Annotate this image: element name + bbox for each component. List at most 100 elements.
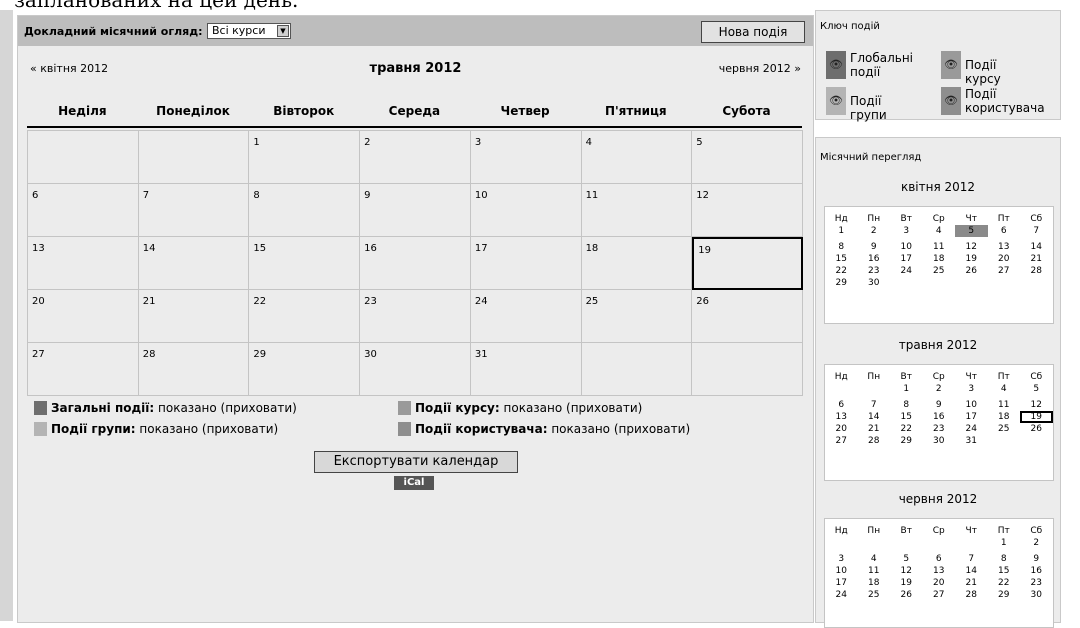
mini-day[interactable]: 1 xyxy=(988,537,1021,549)
mini-day[interactable]: 29 xyxy=(988,589,1021,601)
day-cell-23[interactable]: 23 xyxy=(360,290,471,343)
mini-day[interactable]: 8 xyxy=(825,241,858,253)
eye-icon[interactable]: 👁 xyxy=(941,87,961,115)
mini-day[interactable]: 8 xyxy=(890,399,923,411)
mini-april-title[interactable]: квітня 2012 xyxy=(816,180,1060,194)
mini-day[interactable]: 17 xyxy=(825,577,858,589)
mini-day[interactable]: 4 xyxy=(988,383,1021,395)
mini-day[interactable]: 9 xyxy=(1020,553,1053,565)
mini-day[interactable]: 5 xyxy=(1020,383,1053,395)
mini-day[interactable]: 23 xyxy=(1020,577,1053,589)
day-cell-8[interactable]: 8 xyxy=(249,184,361,237)
mini-day[interactable]: 28 xyxy=(955,589,988,601)
day-cell-11[interactable]: 11 xyxy=(581,184,693,237)
mini-day[interactable]: 21 xyxy=(1020,253,1053,265)
mini-day[interactable]: 22 xyxy=(890,423,923,435)
course-select[interactable]: Всі курси ▼ xyxy=(207,23,291,39)
legend-global-state[interactable]: показано (приховати) xyxy=(154,401,297,415)
day-number[interactable]: 22 xyxy=(253,296,266,307)
mini-day[interactable]: 12 xyxy=(955,241,988,253)
day-number[interactable]: 17 xyxy=(475,243,488,254)
day-cell-15[interactable]: 15 xyxy=(249,237,361,290)
day-cell-25[interactable]: 25 xyxy=(581,290,693,343)
day-cell-7[interactable]: 7 xyxy=(138,184,250,237)
export-calendar-button[interactable]: Експортувати календар xyxy=(314,451,518,473)
mini-day[interactable]: 4 xyxy=(923,225,956,237)
mini-day[interactable]: 12 xyxy=(1020,399,1053,411)
day-cell-26[interactable]: 26 xyxy=(692,290,803,343)
ical-link[interactable]: iCal xyxy=(394,476,434,490)
day-number[interactable]: 13 xyxy=(32,243,45,254)
day-cell-16[interactable]: 16 xyxy=(360,237,471,290)
mini-day[interactable]: 28 xyxy=(1020,265,1053,277)
mini-day[interactable]: 10 xyxy=(825,565,858,577)
day-cell-19[interactable]: 19 xyxy=(692,237,803,290)
day-cell-9[interactable]: 9 xyxy=(360,184,471,237)
mini-day[interactable]: 18 xyxy=(858,577,891,589)
mini-day[interactable]: 22 xyxy=(988,577,1021,589)
legend-user-state[interactable]: показано (приховати) xyxy=(548,422,690,436)
day-number[interactable]: 20 xyxy=(32,296,45,307)
day-number[interactable]: 16 xyxy=(364,243,377,254)
mini-day[interactable]: 3 xyxy=(890,225,923,237)
day-number[interactable]: 6 xyxy=(32,190,38,201)
mini-day[interactable]: 2 xyxy=(1020,537,1053,549)
mini-day[interactable]: 18 xyxy=(988,411,1021,423)
mini-day[interactable]: 22 xyxy=(825,265,858,277)
day-number[interactable]: 7 xyxy=(143,190,149,201)
mini-day[interactable]: 20 xyxy=(923,577,956,589)
mini-day[interactable]: 10 xyxy=(955,399,988,411)
mini-day[interactable]: 9 xyxy=(923,399,956,411)
legend-course-state[interactable]: показано (приховати) xyxy=(500,401,643,415)
mini-day[interactable]: 7 xyxy=(955,553,988,565)
day-cell-6[interactable]: 6 xyxy=(28,184,139,237)
day-number[interactable]: 31 xyxy=(475,349,488,360)
day-number[interactable]: 2 xyxy=(364,137,370,148)
mini-day[interactable]: 13 xyxy=(988,241,1021,253)
mini-day[interactable]: 15 xyxy=(988,565,1021,577)
mini-day[interactable]: 27 xyxy=(923,589,956,601)
day-cell-18[interactable]: 18 xyxy=(581,237,693,290)
day-number[interactable]: 15 xyxy=(253,243,266,254)
legend-group-state[interactable]: показано (приховати) xyxy=(136,422,278,436)
mini-day[interactable]: 11 xyxy=(923,241,956,253)
mini-day[interactable]: 19 xyxy=(890,577,923,589)
mini-day[interactable]: 21 xyxy=(858,423,891,435)
eye-icon[interactable]: 👁 xyxy=(826,51,846,79)
mini-day[interactable]: 20 xyxy=(988,253,1021,265)
mini-day[interactable]: 28 xyxy=(858,435,891,447)
day-cell-2[interactable]: 2 xyxy=(360,131,471,184)
mini-day[interactable]: 26 xyxy=(1020,423,1053,435)
day-cell-14[interactable]: 14 xyxy=(138,237,250,290)
mini-may-title[interactable]: травня 2012 xyxy=(816,338,1060,352)
mini-day[interactable]: 16 xyxy=(923,411,956,423)
mini-day[interactable]: 16 xyxy=(1020,565,1053,577)
day-cell-4[interactable]: 4 xyxy=(581,131,693,184)
day-number[interactable]: 27 xyxy=(32,349,45,360)
mini-day[interactable]: 29 xyxy=(890,435,923,447)
mini-day[interactable]: 1 xyxy=(825,225,858,237)
mini-day[interactable]: 15 xyxy=(890,411,923,423)
mini-day[interactable]: 5 xyxy=(955,225,988,237)
day-cell-12[interactable]: 12 xyxy=(692,184,803,237)
day-number[interactable]: 9 xyxy=(364,190,370,201)
legend-course[interactable]: Події курсу: показано (приховати) xyxy=(398,401,642,415)
mini-day[interactable]: 24 xyxy=(825,589,858,601)
day-number[interactable]: 10 xyxy=(475,190,488,201)
day-number[interactable]: 26 xyxy=(696,296,709,307)
mini-day[interactable]: 19 xyxy=(955,253,988,265)
day-number[interactable]: 11 xyxy=(586,190,599,201)
mini-day[interactable]: 12 xyxy=(890,565,923,577)
day-number[interactable]: 21 xyxy=(143,296,156,307)
mini-day[interactable]: 20 xyxy=(825,423,858,435)
mini-day[interactable]: 14 xyxy=(955,565,988,577)
mini-day[interactable]: 13 xyxy=(825,411,858,423)
eye-icon[interactable]: 👁 xyxy=(941,51,961,79)
day-cell-29[interactable]: 29 xyxy=(249,343,361,396)
day-number[interactable]: 4 xyxy=(586,137,592,148)
day-number[interactable]: 1 xyxy=(253,137,259,148)
mini-day[interactable]: 24 xyxy=(890,265,923,277)
mini-day[interactable]: 7 xyxy=(1020,225,1053,237)
day-number[interactable]: 18 xyxy=(586,243,599,254)
mini-day[interactable]: 18 xyxy=(923,253,956,265)
